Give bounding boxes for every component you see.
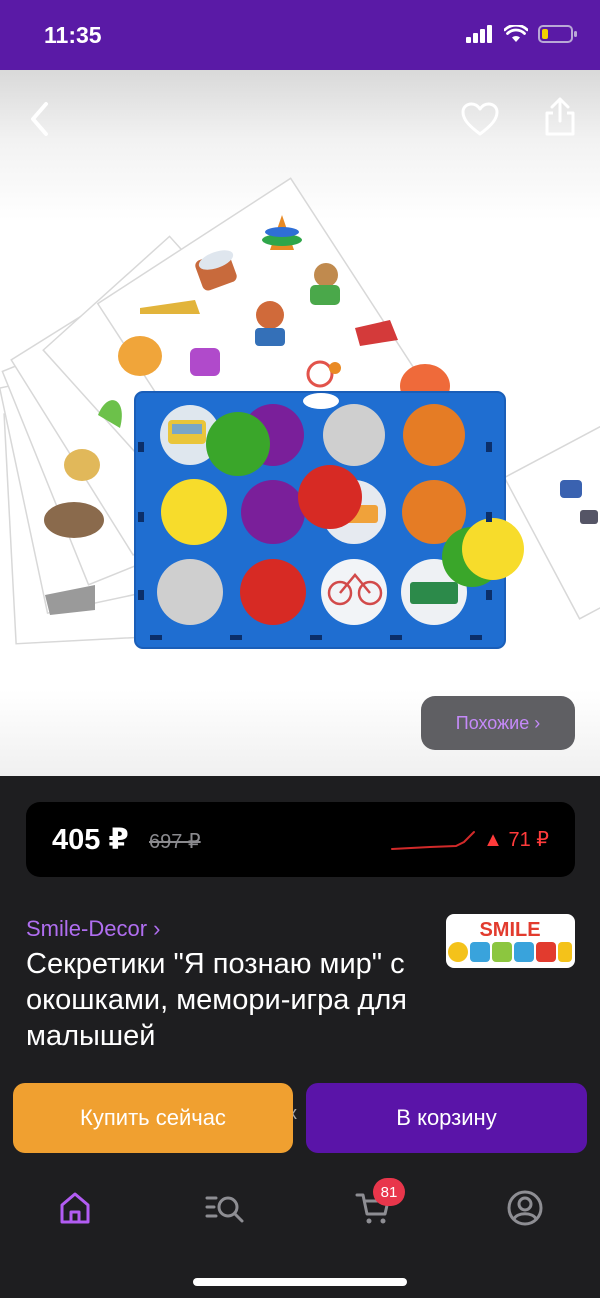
buy-now-button[interactable]: Купить сейчас [13, 1083, 293, 1153]
price-change: ▲ 71 ₽ [483, 829, 549, 851]
battery-icon [538, 25, 577, 43]
price-history-graph [391, 831, 475, 850]
cellular-signal-icon [466, 25, 492, 43]
home-icon [60, 1192, 90, 1224]
wifi-icon [504, 25, 528, 42]
svg-text:SMILE: SMILE [479, 919, 540, 941]
favorite-button[interactable] [458, 97, 502, 141]
back-button[interactable] [18, 97, 62, 141]
chevron-left-icon [31, 102, 48, 136]
old-price: 697 ₽ [149, 831, 201, 853]
nav-home[interactable] [47, 1186, 103, 1230]
product-photo [0, 177, 600, 649]
smile-decor-logo: SMILE [448, 919, 572, 962]
yellow-disc [462, 518, 524, 580]
similar-button[interactable]: Похожие › [421, 696, 575, 750]
profile-icon [507, 1190, 543, 1226]
add-to-cart-button[interactable]: В корзину [306, 1083, 587, 1153]
nav-profile[interactable] [497, 1186, 553, 1230]
status-time: 11:35 [44, 22, 102, 48]
price-panel[interactable]: 405 ₽ 697 ₽ ▲ 71 ₽ [26, 802, 575, 877]
heart-icon [461, 102, 499, 136]
catalog-search-icon [205, 1196, 244, 1223]
product-title: Секретики "Я познаю мир" с окошками, мем… [26, 948, 407, 1052]
red-disc [298, 465, 362, 529]
status-icons [466, 24, 578, 44]
brand-logo[interactable]: SMILE [446, 914, 575, 968]
home-indicator [193, 1278, 407, 1286]
share-button[interactable] [538, 95, 582, 139]
nav-catalog[interactable] [197, 1186, 253, 1230]
green-disc [206, 412, 270, 476]
status-bar: 11:35 [0, 0, 600, 70]
current-price: 405 ₽ [52, 824, 129, 856]
cart-count-badge: 81 [373, 1178, 405, 1206]
share-icon [545, 97, 575, 136]
brand-link[interactable]: Smile-Decor › [26, 916, 160, 942]
product-image-gallery[interactable]: Похожие › [0, 70, 600, 776]
